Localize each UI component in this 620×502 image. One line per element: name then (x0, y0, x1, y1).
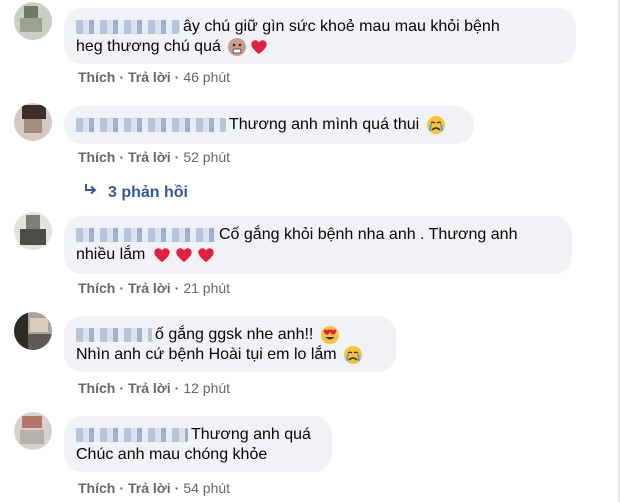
commenter-name-blurred[interactable] (76, 20, 180, 34)
commenter-name-blurred[interactable] (76, 228, 216, 242)
comment-text: Thương anh mình quá thui (229, 116, 420, 133)
view-replies-label: 3 phản hồi (108, 184, 188, 201)
reply-button[interactable]: Trả lời (128, 380, 171, 396)
avatar[interactable] (14, 212, 52, 250)
commenter-name-blurred[interactable] (76, 428, 188, 442)
heart-icon (198, 248, 214, 263)
reply-button[interactable]: Trả lời (128, 480, 171, 496)
comment-time[interactable]: 46 phút (183, 69, 230, 85)
like-button[interactable]: Thích (78, 380, 115, 396)
comment-text: ây chú giữ gìn sức khoẻ mau mau khỏi bện… (183, 18, 500, 35)
commenter-name-blurred[interactable] (76, 118, 226, 132)
heart-icon (251, 40, 268, 55)
reply-button[interactable]: Trả lời (128, 280, 171, 296)
avatar[interactable] (14, 2, 52, 40)
like-button[interactable]: Thích (78, 149, 115, 165)
reply-arrow-icon (84, 183, 108, 202)
comment-actions: Thích · Trả lời · 46 phút (78, 69, 231, 85)
comment-bubble: ố gắng ggsk nhe anh!! Nhìn anh cứ bệnh H… (64, 316, 396, 372)
comment-text: nhiều lắm (76, 246, 146, 264)
comment-text: Cố gắng khỏi bệnh nha anh . Thương anh (219, 226, 518, 243)
comment-actions: Thích · Trả lời · 54 phút (78, 480, 231, 496)
comment-time[interactable]: 52 phút (183, 149, 230, 165)
like-button[interactable]: Thích (78, 480, 115, 496)
comment-bubble: Cố gắng khỏi bệnh nha anh . Thương anh n… (64, 216, 572, 274)
comment-time[interactable]: 54 phút (183, 480, 230, 496)
like-button[interactable]: Thích (78, 69, 115, 85)
avatar[interactable] (14, 312, 52, 350)
comment-bubble: Thương anh mình quá thui (64, 106, 474, 144)
avatar[interactable] (14, 103, 52, 141)
commenter-name-blurred[interactable] (76, 328, 152, 342)
comment-text: heg thương chú quá (76, 38, 221, 56)
anguished-emoji-icon (228, 38, 247, 57)
reply-button[interactable]: Trả lời (128, 149, 171, 165)
comment-text: Chúc anh mau chóng khỏe (76, 446, 268, 464)
like-button[interactable]: Thích (78, 280, 115, 296)
heart-icon (176, 248, 192, 263)
comment-time[interactable]: 12 phút (183, 380, 230, 396)
avatar[interactable] (14, 412, 52, 450)
heart-icon (154, 248, 170, 263)
view-replies-link[interactable]: 3 phản hồi (84, 183, 188, 202)
comment-bubble: Thương anh quá Chúc anh mau chóng khỏe (64, 416, 332, 472)
crying-emoji-icon (426, 116, 445, 134)
comment-text: ố gắng ggsk nhe anh!! (155, 326, 314, 343)
comment-actions: Thích · Trả lời · 12 phút (78, 380, 231, 396)
reply-button[interactable]: Trả lời (128, 69, 171, 85)
comment-actions: Thích · Trả lời · 52 phút (78, 149, 231, 165)
comment-actions: Thích · Trả lời · 21 phút (78, 280, 231, 296)
heart-eyes-emoji-icon (320, 326, 339, 344)
comment-bubble: ây chú giữ gìn sức khoẻ mau mau khỏi bện… (64, 8, 576, 64)
comment-text: Thương anh quá (191, 426, 311, 443)
comment-time[interactable]: 21 phút (183, 280, 230, 296)
crying-emoji-icon (344, 346, 363, 365)
comment-text: Nhìn anh cứ bệnh Hoài tụi em lo lắm (76, 346, 337, 364)
